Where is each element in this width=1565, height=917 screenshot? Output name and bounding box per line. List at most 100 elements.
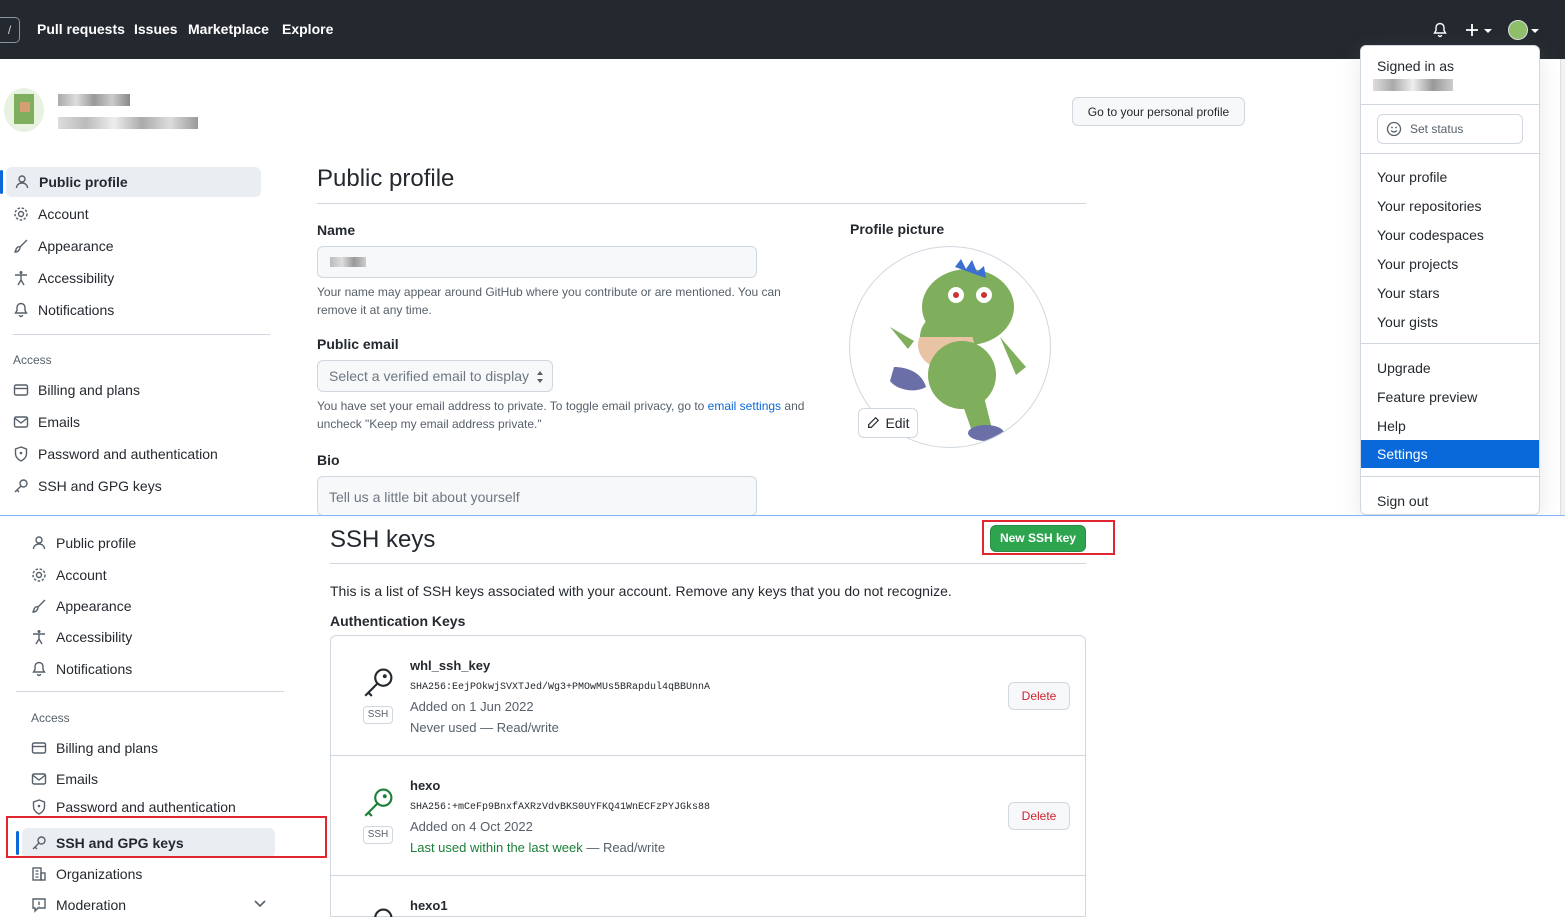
sidebar-label: Accessibility xyxy=(38,270,115,286)
email-note-text: You have set your email address to priva… xyxy=(317,399,705,413)
sidebar-divider xyxy=(13,334,270,335)
ssh-description: This is a list of SSH keys associated wi… xyxy=(330,583,952,599)
mail-icon xyxy=(31,773,47,785)
organization-icon xyxy=(32,867,46,881)
delete-key-button[interactable]: Delete xyxy=(1008,682,1070,710)
bell-icon xyxy=(14,302,28,318)
sidebar-item-billing[interactable]: Billing and plans xyxy=(13,375,140,405)
bio-textarea[interactable]: Tell us a little bit about yourself xyxy=(317,476,757,516)
menu-feature-preview[interactable]: Feature preview xyxy=(1377,389,1477,405)
sidebar-item-moderation[interactable]: Moderation xyxy=(31,890,126,917)
key-fingerprint: SHA256:EejPOkwjSVXTJed/Wg3+PMOwMUs5BRapd… xyxy=(410,682,711,693)
dropdown-divider xyxy=(1361,343,1539,344)
key-icon xyxy=(14,479,28,493)
key-icon xyxy=(364,668,393,697)
header-avatar[interactable] xyxy=(1508,20,1528,40)
shield-lock-icon xyxy=(32,799,46,815)
highlight-box-sidebar xyxy=(6,816,327,858)
select-arrows-icon xyxy=(537,371,543,383)
sidebar-item-password[interactable]: Password and authentication xyxy=(13,439,218,469)
sidebar-item-accessibility[interactable]: Accessibility xyxy=(31,622,132,652)
title-divider xyxy=(330,563,1086,564)
sidebar-label: Accessibility xyxy=(56,629,133,645)
sidebar-item-public-profile[interactable]: Public profile xyxy=(31,528,136,558)
key-name: hexo xyxy=(410,778,441,793)
sidebar-item-notifications[interactable]: Notifications xyxy=(13,295,114,325)
sidebar-item-billing[interactable]: Billing and plans xyxy=(31,733,158,763)
sidebar-item-emails[interactable]: Emails xyxy=(31,764,98,794)
sidebar-item-appearance[interactable]: Appearance xyxy=(31,591,132,621)
sidebar-item-account[interactable]: Account xyxy=(13,199,89,229)
ssh-key-row: hexo1 xyxy=(331,876,1085,917)
sidebar-label: Moderation xyxy=(56,897,127,913)
email-settings-link[interactable]: email settings xyxy=(708,399,781,413)
user-dropdown-menu: Signed in as Set status Your profile You… xyxy=(1360,45,1540,515)
menu-upgrade[interactable]: Upgrade xyxy=(1377,360,1431,376)
plus-icon[interactable] xyxy=(1465,23,1479,37)
sidebar-item-ssh-gpg[interactable]: SSH and GPG keys xyxy=(13,471,162,501)
sidebar-item-account[interactable]: Account xyxy=(31,560,107,590)
sidebar-item-notifications[interactable]: Notifications xyxy=(31,654,132,684)
page-title: Public profile xyxy=(317,165,455,192)
highlight-box-new-key xyxy=(982,520,1115,555)
dropdown-divider xyxy=(1361,153,1539,154)
sidebar-item-public-profile[interactable]: Public profile xyxy=(6,167,261,197)
nav-explore[interactable]: Explore xyxy=(282,21,333,37)
email-note: You have set your email address to priva… xyxy=(317,397,812,433)
sidebar-item-emails[interactable]: Emails xyxy=(13,407,80,437)
shield-lock-icon xyxy=(14,446,28,462)
sidebar-label: Account xyxy=(56,567,107,583)
ssh-key-row: SSH hexo SHA256:+mCeFp9BnxfAXRzVdvBKS0UY… xyxy=(331,756,1085,876)
plus-caret-icon[interactable] xyxy=(1484,29,1492,33)
public-email-select[interactable]: Select a verified email to display xyxy=(317,360,553,392)
key-usage: Last used within the last week — Read/wr… xyxy=(410,840,665,855)
menu-your-stars[interactable]: Your stars xyxy=(1377,285,1440,301)
active-indicator xyxy=(0,170,3,194)
menu-your-projects[interactable]: Your projects xyxy=(1377,256,1458,272)
accessibility-icon xyxy=(15,271,27,286)
set-status-button[interactable]: Set status xyxy=(1377,114,1523,144)
set-status-label: Set status xyxy=(1410,122,1464,136)
sidebar-label: Organizations xyxy=(56,866,143,882)
chevron-down-icon[interactable] xyxy=(254,900,266,908)
sidebar-label: Password and authentication xyxy=(56,799,236,815)
delete-key-button[interactable]: Delete xyxy=(1008,802,1070,830)
nav-issues[interactable]: Issues xyxy=(134,21,178,37)
key-access: — Read/write xyxy=(476,720,559,735)
menu-help[interactable]: Help xyxy=(1377,418,1406,434)
key-icon-recent xyxy=(364,788,393,817)
menu-your-repositories[interactable]: Your repositories xyxy=(1377,198,1482,214)
ssh-keys-title: SSH keys xyxy=(330,526,436,553)
nav-marketplace[interactable]: Marketplace xyxy=(188,21,269,37)
key-name: whl_ssh_key xyxy=(410,658,491,673)
name-input[interactable] xyxy=(317,246,757,278)
gear-icon xyxy=(14,207,28,221)
menu-your-profile[interactable]: Your profile xyxy=(1377,169,1447,185)
user-avatar xyxy=(4,88,44,132)
sidebar-label: Billing and plans xyxy=(56,740,158,756)
edit-picture-button[interactable]: Edit xyxy=(858,408,918,438)
go-to-profile-button[interactable]: Go to your personal profile xyxy=(1072,97,1245,126)
dropdown-divider xyxy=(1361,104,1539,105)
ssh-key-row: SSH whl_ssh_key SHA256:EejPOkwjSVXTJed/W… xyxy=(331,636,1085,756)
nav-pull-requests[interactable]: Pull requests xyxy=(37,21,125,37)
menu-settings[interactable]: Settings xyxy=(1361,440,1539,468)
sidebar-item-accessibility[interactable]: Accessibility xyxy=(13,263,114,293)
menu-your-codespaces[interactable]: Your codespaces xyxy=(1377,227,1484,243)
credit-card-icon xyxy=(13,384,29,396)
sidebar-label: Account xyxy=(38,206,89,222)
menu-your-gists[interactable]: Your gists xyxy=(1377,314,1438,330)
ssh-badge: SSH xyxy=(363,706,393,724)
bell-icon[interactable] xyxy=(1432,22,1448,38)
sidebar-item-appearance[interactable]: Appearance xyxy=(13,231,114,261)
key-last-used: Never used xyxy=(410,720,477,735)
sidebar-item-organizations[interactable]: Organizations xyxy=(31,859,142,889)
avatar-caret-icon[interactable] xyxy=(1531,29,1539,33)
key-access: — Read/write xyxy=(582,840,666,855)
github-logo-icon[interactable]: / xyxy=(0,17,20,43)
ssh-key-list: SSH whl_ssh_key SHA256:EejPOkwjSVXTJed/W… xyxy=(330,635,1086,917)
scrollbar[interactable] xyxy=(1560,59,1565,515)
menu-sign-out[interactable]: Sign out xyxy=(1377,493,1428,509)
sidebar-label: Emails xyxy=(56,771,99,787)
paintbrush-icon xyxy=(32,599,46,613)
